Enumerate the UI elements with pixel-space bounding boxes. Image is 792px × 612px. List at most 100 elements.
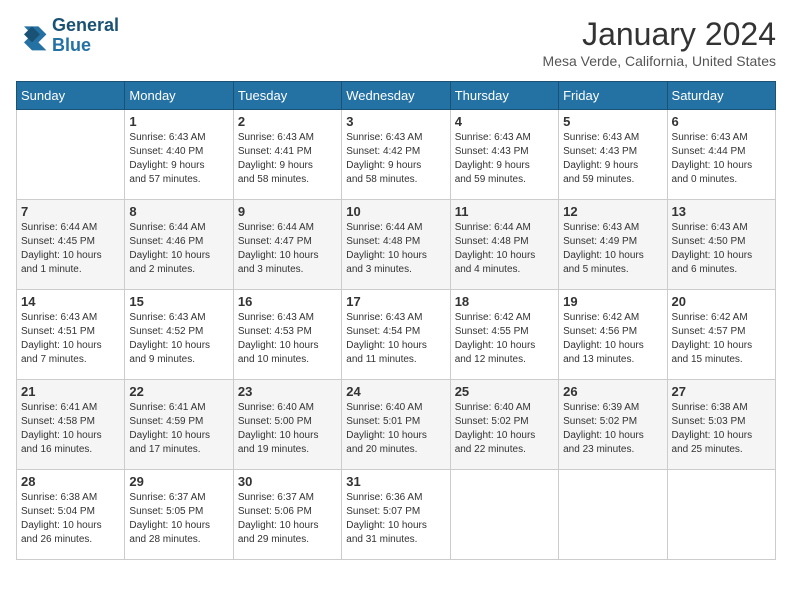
day-of-week-friday: Friday: [559, 82, 667, 110]
day-number: 28: [21, 474, 120, 489]
calendar-cell: 8Sunrise: 6:44 AM Sunset: 4:46 PM Daylig…: [125, 200, 233, 290]
day-number: 14: [21, 294, 120, 309]
day-number: 11: [455, 204, 554, 219]
calendar-cell: [559, 470, 667, 560]
day-info: Sunrise: 6:39 AM Sunset: 5:02 PM Dayligh…: [563, 401, 662, 457]
day-number: 20: [672, 294, 771, 309]
day-number: 31: [346, 474, 445, 489]
day-info: Sunrise: 6:43 AM Sunset: 4:44 PM Dayligh…: [672, 131, 771, 187]
logo-icon: [16, 20, 48, 52]
day-number: 6: [672, 114, 771, 129]
day-info: Sunrise: 6:43 AM Sunset: 4:41 PM Dayligh…: [238, 131, 337, 187]
calendar-cell: 3 Sunrise: 6:43 AM Sunset: 4:42 PM Daylig…: [342, 110, 450, 200]
day-info: Sunrise: 6:37 AM Sunset: 5:06 PM Dayligh…: [238, 491, 337, 547]
calendar-cell: 26 Sunrise: 6:39 AM Sunset: 5:02 PM Dayli…: [559, 380, 667, 470]
day-info: Sunrise: 6:44 AM Sunset: 4:47 PM Dayligh…: [238, 221, 337, 277]
day-number: 3: [346, 114, 445, 129]
day-of-week-sunday: Sunday: [17, 82, 125, 110]
calendar-cell: 9Sunrise: 6:44 AM Sunset: 4:47 PM Daylig…: [233, 200, 341, 290]
day-of-week-monday: Monday: [125, 82, 233, 110]
calendar-cell: 25 Sunrise: 6:40 AM Sunset: 5:02 PM Dayli…: [450, 380, 558, 470]
calendar-cell: 16 Sunrise: 6:43 AM Sunset: 4:53 PM Dayli…: [233, 290, 341, 380]
calendar-header: SundayMondayTuesdayWednesdayThursdayFrid…: [17, 82, 776, 110]
calendar-cell: 14 Sunrise: 6:43 AM Sunset: 4:51 PM Dayli…: [17, 290, 125, 380]
calendar-cell: 4 Sunrise: 6:43 AM Sunset: 4:43 PM Daylig…: [450, 110, 558, 200]
day-number: 10: [346, 204, 445, 219]
calendar-cell: [450, 470, 558, 560]
day-number: 25: [455, 384, 554, 399]
day-number: 27: [672, 384, 771, 399]
day-info: Sunrise: 6:43 AM Sunset: 4:50 PM Dayligh…: [672, 221, 771, 277]
day-number: 2: [238, 114, 337, 129]
logo: General Blue: [16, 16, 119, 56]
day-number: 15: [129, 294, 228, 309]
day-number: 22: [129, 384, 228, 399]
title-block: January 2024 Mesa Verde, California, Uni…: [543, 16, 776, 69]
calendar-cell: 12Sunrise: 6:43 AM Sunset: 4:49 PM Dayli…: [559, 200, 667, 290]
day-number: 17: [346, 294, 445, 309]
calendar-week-1: 1Sunrise: 6:43 AM Sunset: 4:40 PM Daylig…: [17, 110, 776, 200]
calendar-cell: 31 Sunrise: 6:36 AM Sunset: 5:07 PM Dayli…: [342, 470, 450, 560]
calendar-body: 1Sunrise: 6:43 AM Sunset: 4:40 PM Daylig…: [17, 110, 776, 560]
day-info: Sunrise: 6:40 AM Sunset: 5:01 PM Dayligh…: [346, 401, 445, 457]
page-header: General Blue January 2024 Mesa Verde, Ca…: [16, 16, 776, 69]
calendar-week-5: 28 Sunrise: 6:38 AM Sunset: 5:04 PM Dayli…: [17, 470, 776, 560]
location-subtitle: Mesa Verde, California, United States: [543, 53, 776, 69]
day-info: Sunrise: 6:37 AM Sunset: 5:05 PM Dayligh…: [129, 491, 228, 547]
day-number: 8: [129, 204, 228, 219]
calendar-cell: 19 Sunrise: 6:42 AM Sunset: 4:56 PM Dayli…: [559, 290, 667, 380]
calendar-cell: 27 Sunrise: 6:38 AM Sunset: 5:03 PM Dayli…: [667, 380, 775, 470]
calendar-week-3: 14 Sunrise: 6:43 AM Sunset: 4:51 PM Dayli…: [17, 290, 776, 380]
day-number: 7: [21, 204, 120, 219]
day-of-week-wednesday: Wednesday: [342, 82, 450, 110]
day-info: Sunrise: 6:42 AM Sunset: 4:56 PM Dayligh…: [563, 311, 662, 367]
day-info: Sunrise: 6:43 AM Sunset: 4:43 PM Dayligh…: [563, 131, 662, 187]
day-info: Sunrise: 6:43 AM Sunset: 4:51 PM Dayligh…: [21, 311, 120, 367]
calendar-cell: 10 Sunrise: 6:44 AM Sunset: 4:48 PM Dayli…: [342, 200, 450, 290]
day-info: Sunrise: 6:43 AM Sunset: 4:54 PM Dayligh…: [346, 311, 445, 367]
day-info: Sunrise: 6:43 AM Sunset: 4:53 PM Dayligh…: [238, 311, 337, 367]
day-info: Sunrise: 6:42 AM Sunset: 4:57 PM Dayligh…: [672, 311, 771, 367]
calendar-cell: 23 Sunrise: 6:40 AM Sunset: 5:00 PM Dayli…: [233, 380, 341, 470]
month-year-title: January 2024: [543, 16, 776, 53]
calendar-cell: 5 Sunrise: 6:43 AM Sunset: 4:43 PM Daylig…: [559, 110, 667, 200]
day-info: Sunrise: 6:41 AM Sunset: 4:59 PM Dayligh…: [129, 401, 228, 457]
day-info: Sunrise: 6:38 AM Sunset: 5:04 PM Dayligh…: [21, 491, 120, 547]
day-info: Sunrise: 6:43 AM Sunset: 4:43 PM Dayligh…: [455, 131, 554, 187]
day-info: Sunrise: 6:36 AM Sunset: 5:07 PM Dayligh…: [346, 491, 445, 547]
day-info: Sunrise: 6:40 AM Sunset: 5:00 PM Dayligh…: [238, 401, 337, 457]
day-number: 18: [455, 294, 554, 309]
calendar-cell: [667, 470, 775, 560]
day-info: Sunrise: 6:44 AM Sunset: 4:48 PM Dayligh…: [346, 221, 445, 277]
day-of-week-thursday: Thursday: [450, 82, 558, 110]
day-number: 19: [563, 294, 662, 309]
calendar-cell: 29 Sunrise: 6:37 AM Sunset: 5:05 PM Dayli…: [125, 470, 233, 560]
logo-text: General Blue: [52, 16, 119, 56]
day-number: 4: [455, 114, 554, 129]
day-number: 29: [129, 474, 228, 489]
day-info: Sunrise: 6:43 AM Sunset: 4:42 PM Dayligh…: [346, 131, 445, 187]
day-number: 5: [563, 114, 662, 129]
days-of-week-row: SundayMondayTuesdayWednesdayThursdayFrid…: [17, 82, 776, 110]
day-number: 23: [238, 384, 337, 399]
calendar-cell: 24 Sunrise: 6:40 AM Sunset: 5:01 PM Dayli…: [342, 380, 450, 470]
day-info: Sunrise: 6:44 AM Sunset: 4:45 PM Dayligh…: [21, 221, 120, 277]
day-info: Sunrise: 6:40 AM Sunset: 5:02 PM Dayligh…: [455, 401, 554, 457]
calendar-cell: 7 Sunrise: 6:44 AM Sunset: 4:45 PM Daylig…: [17, 200, 125, 290]
day-info: Sunrise: 6:43 AM Sunset: 4:52 PM Dayligh…: [129, 311, 228, 367]
day-info: Sunrise: 6:38 AM Sunset: 5:03 PM Dayligh…: [672, 401, 771, 457]
day-info: Sunrise: 6:41 AM Sunset: 4:58 PM Dayligh…: [21, 401, 120, 457]
calendar-cell: 21Sunrise: 6:41 AM Sunset: 4:58 PM Dayli…: [17, 380, 125, 470]
day-of-week-saturday: Saturday: [667, 82, 775, 110]
day-number: 1: [129, 114, 228, 129]
day-number: 26: [563, 384, 662, 399]
calendar-cell: 17 Sunrise: 6:43 AM Sunset: 4:54 PM Dayli…: [342, 290, 450, 380]
calendar-cell: 20 Sunrise: 6:42 AM Sunset: 4:57 PM Dayli…: [667, 290, 775, 380]
calendar-week-4: 21Sunrise: 6:41 AM Sunset: 4:58 PM Dayli…: [17, 380, 776, 470]
day-info: Sunrise: 6:43 AM Sunset: 4:49 PM Dayligh…: [563, 221, 662, 277]
calendar-cell: 6 Sunrise: 6:43 AM Sunset: 4:44 PM Daylig…: [667, 110, 775, 200]
day-number: 24: [346, 384, 445, 399]
calendar-cell: 15 Sunrise: 6:43 AM Sunset: 4:52 PM Dayli…: [125, 290, 233, 380]
day-number: 16: [238, 294, 337, 309]
calendar-cell: 11Sunrise: 6:44 AM Sunset: 4:48 PM Dayli…: [450, 200, 558, 290]
